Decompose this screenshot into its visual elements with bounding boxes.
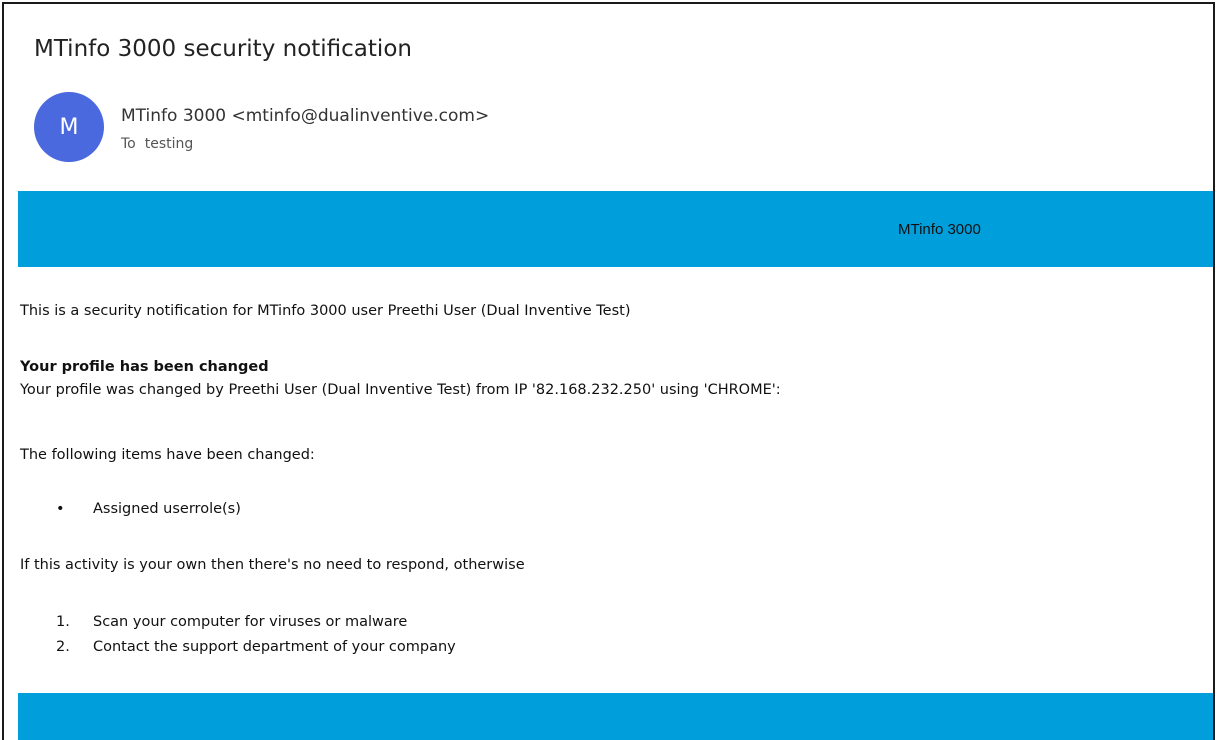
changed-by-text: Your profile was changed by Preethi User… — [20, 382, 781, 398]
list-item: Contact the support department of your c… — [93, 639, 456, 655]
list-item: Assigned userrole(s) — [93, 501, 241, 517]
advice-intro-text: If this activity is your own then there'… — [20, 557, 525, 573]
recipient-line: To testing — [121, 136, 193, 152]
bullet-marker: • — [56, 501, 65, 517]
header-banner: MTinfo 3000 — [18, 191, 1213, 267]
sender-avatar[interactable]: M — [34, 92, 104, 162]
avatar-letter: M — [59, 114, 79, 140]
items-intro-text: The following items have been changed: — [20, 447, 315, 463]
sender-address[interactable]: MTinfo 3000 <mtinfo@dualinventive.com> — [121, 106, 489, 126]
banner-brand: MTinfo 3000 — [898, 221, 981, 238]
change-heading: Your profile has been changed — [20, 359, 269, 375]
email-subject: MTinfo 3000 security notification — [34, 36, 412, 62]
footer-banner — [18, 693, 1213, 740]
step-number: 2. — [56, 639, 70, 655]
step-number: 1. — [56, 614, 70, 630]
intro-text: This is a security notification for MTin… — [20, 303, 631, 319]
recipient-name[interactable]: testing — [145, 136, 194, 152]
list-item: Scan your computer for viruses or malwar… — [93, 614, 408, 630]
to-label: To — [121, 136, 136, 152]
email-window: MTinfo 3000 security notification M MTin… — [2, 2, 1215, 740]
